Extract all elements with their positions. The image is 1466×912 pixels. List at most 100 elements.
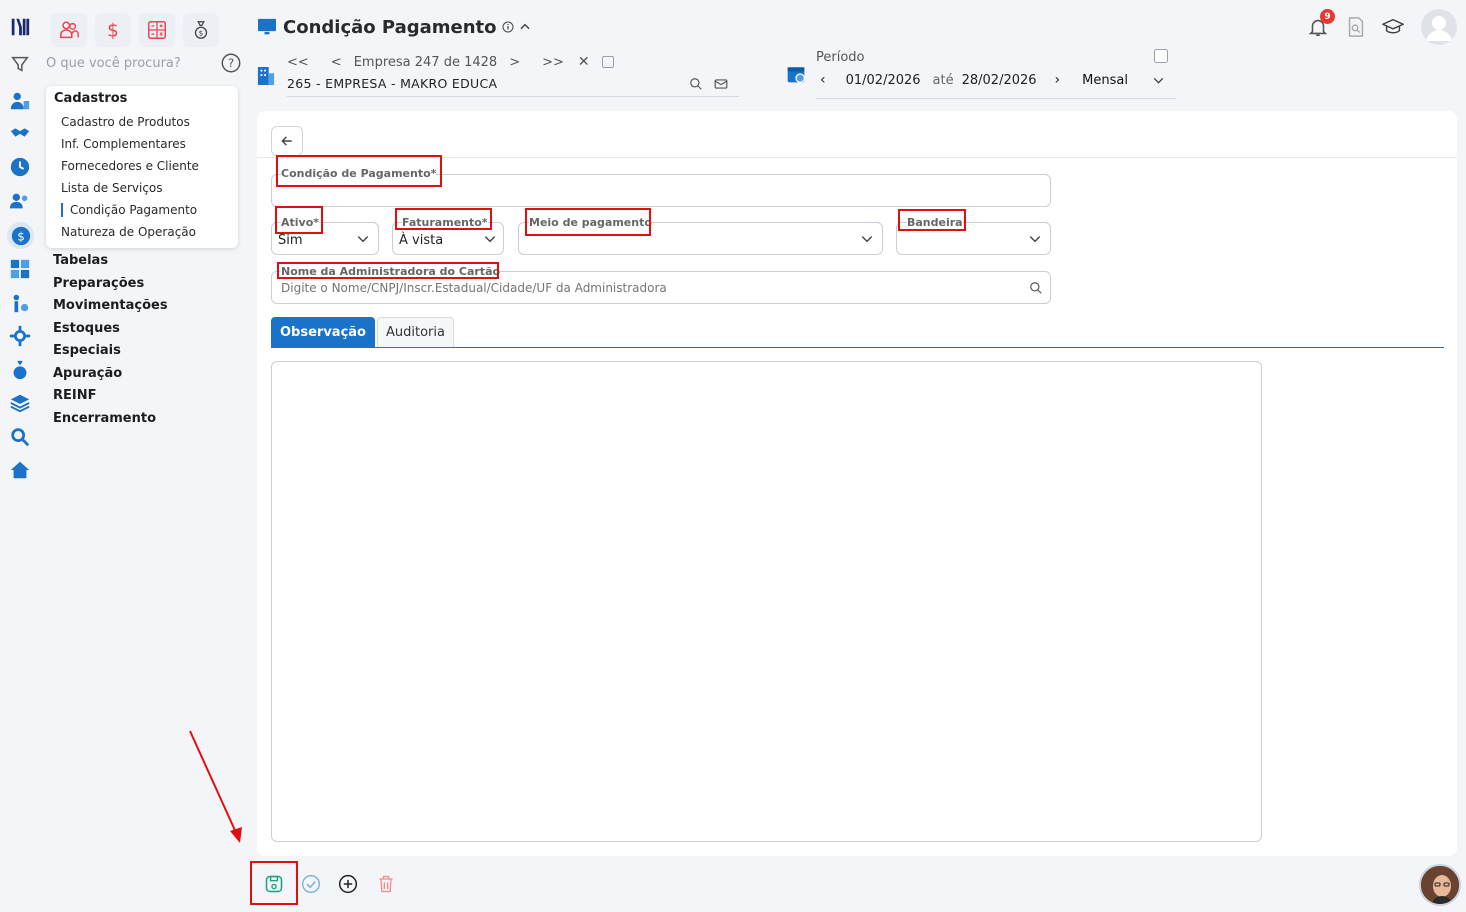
module-people-icon[interactable] [51,13,87,47]
prev-period-icon[interactable]: ‹ [820,72,826,88]
period-selector: Período ‹ 01/02/2026 até 28/02/2026 › Me… [786,48,1178,100]
menu-item-fornecedores-cliente[interactable]: Fornecedores e Cliente [61,159,199,173]
menu-item-cadastro-produtos[interactable]: Cadastro de Produtos [61,115,190,129]
building-icon [257,67,275,85]
page-title: Condição Pagamento [283,16,497,38]
module-dollar-icon[interactable]: $ [95,13,131,47]
confirm-button[interactable] [300,873,322,895]
filter-icon[interactable] [8,52,32,76]
highlight-meio [525,208,651,236]
annotation-arrow-icon [189,730,242,843]
observacao-textarea[interactable] [271,361,1262,842]
company-underline [287,96,739,97]
module-calculator-icon[interactable] [139,13,175,47]
menu-popover-cadastros: Cadastros Cadastro de Produtos Inf. Comp… [46,86,238,248]
users-icon[interactable] [8,189,32,213]
network-gear-icon[interactable] [8,324,32,348]
chevron-down-icon [1029,236,1041,243]
assistant-face-icon [1421,866,1459,904]
logo-icon[interactable] [8,15,32,39]
sidebar-group-reinf[interactable]: REINF [53,388,97,403]
sidebar-group-apuracao[interactable]: Apuração [53,366,122,381]
last-company-icon[interactable]: >> [542,55,564,70]
svg-text:$: $ [199,29,204,38]
document-search-icon[interactable] [1345,16,1367,38]
trash-icon [379,875,393,893]
period-checkbox[interactable] [1154,49,1168,63]
first-company-icon[interactable]: << [287,55,309,70]
sidebar-group-preparacoes[interactable]: Preparações [53,276,144,291]
user-avatar[interactable] [1421,9,1457,45]
company-name[interactable]: 265 - EMPRESA - MAKRO EDUCA [287,76,497,91]
period-underline [816,98,1176,99]
company-selector: << < Empresa 247 de 1428 > >> ✕ 265 - EM… [257,52,739,98]
sidebar-group-especiais[interactable]: Especiais [53,343,121,358]
user-building-icon[interactable] [8,89,32,113]
chevron-down-icon[interactable] [1152,74,1165,87]
menu-item-natureza-operacao[interactable]: Natureza de Operação [61,225,196,239]
handshake-icon[interactable] [8,121,32,145]
svg-text:?: ? [228,56,234,70]
prev-company-icon[interactable]: < [331,55,342,70]
chevron-down-icon [861,236,873,243]
tab-observacao[interactable]: Observação [271,317,375,347]
menu-item-lista-servicos[interactable]: Lista de Serviços [61,181,163,195]
calendar-icon[interactable] [786,64,806,84]
search-magnifier-icon[interactable] [8,425,32,449]
highlight-ativo [275,206,323,234]
assistant-avatar[interactable] [1419,864,1461,906]
faturamento-value: À vista [399,233,444,248]
user-placeholder-icon [1426,16,1452,41]
money-bag-icon[interactable] [8,358,32,382]
chevron-up-icon[interactable] [518,20,532,34]
sidebar-group-movimentacoes[interactable]: Movimentações [53,298,168,313]
svg-text:$: $ [107,20,119,41]
back-button[interactable] [271,126,303,156]
save-button[interactable] [263,873,285,895]
next-period-icon[interactable]: › [1055,72,1061,88]
mail-icon[interactable] [714,77,728,91]
period-row: ‹ 01/02/2026 até 28/02/2026 › Mensal [816,72,1165,88]
module-money-bag-icon[interactable]: $ [183,13,219,47]
tab-auditoria[interactable]: Auditoria [376,317,454,347]
close-icon[interactable]: ✕ [578,54,590,70]
search-icon[interactable] [1029,281,1043,295]
info-icon[interactable] [502,21,514,33]
chevron-down-icon [484,236,496,243]
home-icon[interactable] [8,458,32,482]
plus-circle-icon [338,874,358,894]
delete-button[interactable] [375,873,397,895]
notification-badge: 9 [1320,9,1335,24]
hand-coin-icon[interactable] [8,291,32,315]
sidebar-search[interactable]: O que você procura? ? [46,52,242,76]
save-icon [265,875,283,893]
period-connector: até [932,72,954,88]
sidebar-group-encerramento[interactable]: Encerramento [53,411,156,426]
menu-item-condicao-pagamento[interactable]: Condição Pagamento [61,203,197,217]
clock-icon[interactable] [8,155,32,179]
dollar-circle-icon[interactable]: $ [7,222,34,249]
next-company-icon[interactable]: > [509,55,520,70]
search-icon[interactable] [689,77,703,91]
sidebar-group-estoques[interactable]: Estoques [53,321,120,336]
tabs: Observação Auditoria [271,317,456,347]
administradora-input[interactable] [281,279,1021,297]
add-button[interactable] [337,873,359,895]
company-counter: Empresa 247 de 1428 [353,54,498,70]
calculator-icon[interactable] [8,257,32,281]
help-icon[interactable]: ? [220,52,242,74]
period-mode[interactable]: Mensal [1082,73,1128,88]
left-rail: $ [0,0,42,912]
sidebar-group-tabelas[interactable]: Tabelas [53,253,108,268]
highlight-administradora [277,262,499,279]
menu-item-inf-complementares[interactable]: Inf. Complementares [61,137,186,151]
period-start[interactable]: 01/02/2026 [846,73,921,88]
search-placeholder[interactable]: O que você procura? [46,56,181,71]
graduation-cap-icon[interactable] [1382,16,1404,38]
check-circle-icon [302,875,320,893]
period-end[interactable]: 28/02/2026 [962,73,1037,88]
chevron-down-icon [357,236,369,243]
monitor-icon [258,18,276,35]
layers-icon[interactable] [8,391,32,415]
company-checkbox[interactable] [601,56,614,68]
